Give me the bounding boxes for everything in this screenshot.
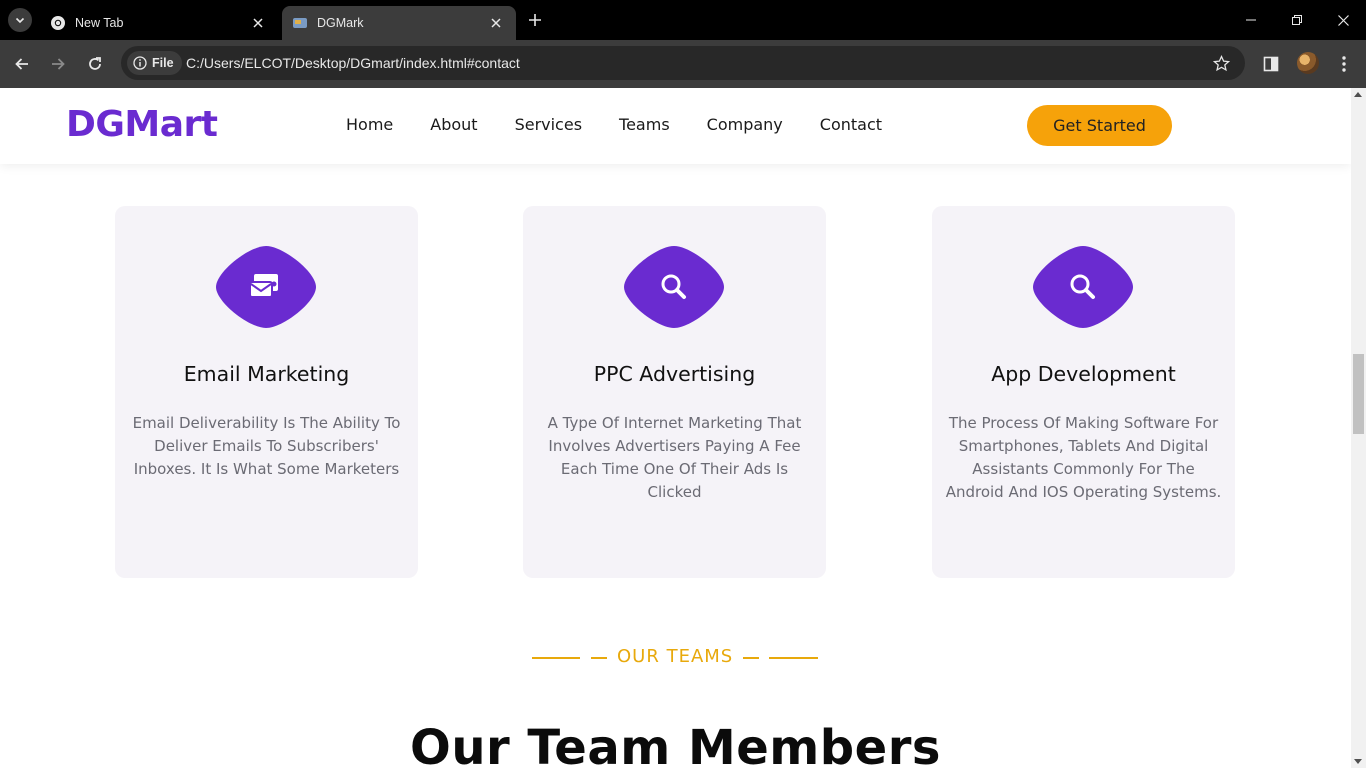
side-panel-button[interactable] [1259, 52, 1283, 76]
page-scrollbar[interactable] [1351, 88, 1366, 768]
arrow-left-icon [15, 58, 28, 70]
search-icon [1032, 244, 1134, 330]
service-description: The Process Of Making Software For Smart… [944, 412, 1223, 504]
scroll-up-arrow-icon[interactable] [1354, 92, 1362, 97]
close-window-button[interactable] [1320, 0, 1366, 40]
description-line: Smartphones, Tablets And Digital [958, 437, 1209, 455]
address-bar[interactable]: File C:/Users/ELCOT/Desktop/DGmart/index… [121, 46, 1245, 80]
mail-icon [215, 244, 317, 330]
browser-toolbar: File C:/Users/ELCOT/Desktop/DGmart/index… [0, 40, 1366, 88]
site-logo[interactable]: DGMart [66, 104, 218, 145]
close-tab-icon[interactable] [484, 11, 508, 35]
divider-dash [591, 657, 607, 659]
back-button[interactable] [8, 50, 36, 78]
browser-menu-button[interactable] [1332, 52, 1356, 76]
forward-button[interactable] [44, 50, 72, 78]
chevron-down-icon [15, 17, 25, 24]
close-tab-icon[interactable] [246, 11, 270, 35]
url-text[interactable]: C:/Users/ELCOT/Desktop/DGmart/index.html… [186, 55, 520, 71]
description-line: Deliver Emails To Subscribers' [154, 437, 379, 455]
nav-link-home[interactable]: Home [346, 115, 393, 134]
minimize-icon [1246, 19, 1256, 21]
tab-title: New Tab [75, 16, 124, 30]
reload-button[interactable] [81, 50, 109, 78]
chrome-icon [50, 15, 66, 31]
profile-avatar[interactable] [1297, 52, 1319, 74]
scheme-label: File [152, 56, 174, 70]
browser-tab-bar: New Tab DGMark [0, 0, 1366, 40]
section-title: Our Team Members [410, 720, 941, 768]
new-tab-button[interactable] [523, 8, 547, 32]
close-icon [1337, 14, 1349, 26]
description-line: Inboxes. It Is What Some Marketers [133, 460, 400, 478]
description-line: The Process Of Making Software For [948, 414, 1219, 432]
more-vertical-icon [1342, 56, 1346, 72]
divider-line [769, 657, 818, 659]
tab-dgmark[interactable]: DGMark [282, 6, 516, 40]
tab-title: DGMark [317, 16, 364, 30]
description-line: Assistants Commonly For The [972, 460, 1195, 478]
nav-link-services[interactable]: Services [515, 115, 582, 134]
service-card-app-development: App Development The Process Of Making So… [932, 206, 1235, 578]
section-subtitle: OUR TEAMS [617, 646, 734, 667]
nav-link-teams[interactable]: Teams [619, 115, 670, 134]
main-nav: Home About Services Teams Company Contac… [346, 115, 919, 134]
plus-icon [529, 14, 541, 26]
site-info-chip[interactable]: File [127, 51, 182, 75]
nav-link-about[interactable]: About [430, 115, 477, 134]
service-card-email-marketing: Email Marketing Email Deliverability Is … [115, 206, 418, 578]
tab-search-button[interactable] [8, 8, 32, 32]
service-title: PPC Advertising [593, 362, 756, 386]
reload-icon [89, 57, 101, 70]
divider-dash [743, 657, 759, 659]
tab-new-tab[interactable]: New Tab [40, 6, 278, 40]
site-header: DGMart Home About Services Teams Company… [0, 88, 1351, 164]
side-panel-icon [1263, 56, 1279, 72]
minimize-button[interactable] [1228, 0, 1274, 40]
description-line: Email Deliverability Is The Ability To [132, 414, 401, 432]
search-icon [623, 244, 725, 330]
arrow-right-icon [52, 58, 65, 70]
nav-link-contact[interactable]: Contact [820, 115, 882, 134]
info-icon [133, 56, 147, 70]
bookmark-star-icon[interactable] [1211, 53, 1231, 73]
service-title: Email Marketing [183, 362, 350, 386]
section-subtitle-row: OUR TEAMS [532, 644, 818, 672]
description-line: Involves Advertisers Paying A Fee [548, 437, 801, 455]
description-line: Each Time One Of Their Ads Is Clicked [560, 460, 789, 501]
service-description: Email Deliverability Is The Ability To D… [127, 412, 406, 481]
description-line: A Type Of Internet Marketing That [547, 414, 802, 432]
description-line: Android And IOS Operating Systems. [945, 483, 1222, 501]
nav-link-company[interactable]: Company [707, 115, 783, 134]
restore-icon [1292, 15, 1302, 25]
divider-line [532, 657, 580, 659]
scrollbar-thumb[interactable] [1353, 354, 1364, 434]
page-favicon-icon [292, 15, 308, 31]
get-started-button[interactable]: Get Started [1027, 105, 1172, 146]
service-card-ppc-advertising: PPC Advertising A Type Of Internet Marke… [523, 206, 826, 578]
page-viewport: DGMart Home About Services Teams Company… [0, 88, 1351, 768]
restore-button[interactable] [1274, 0, 1320, 40]
scroll-down-arrow-icon[interactable] [1354, 759, 1362, 764]
service-title: App Development [991, 362, 1176, 386]
service-description: A Type Of Internet Marketing That Involv… [535, 412, 814, 504]
